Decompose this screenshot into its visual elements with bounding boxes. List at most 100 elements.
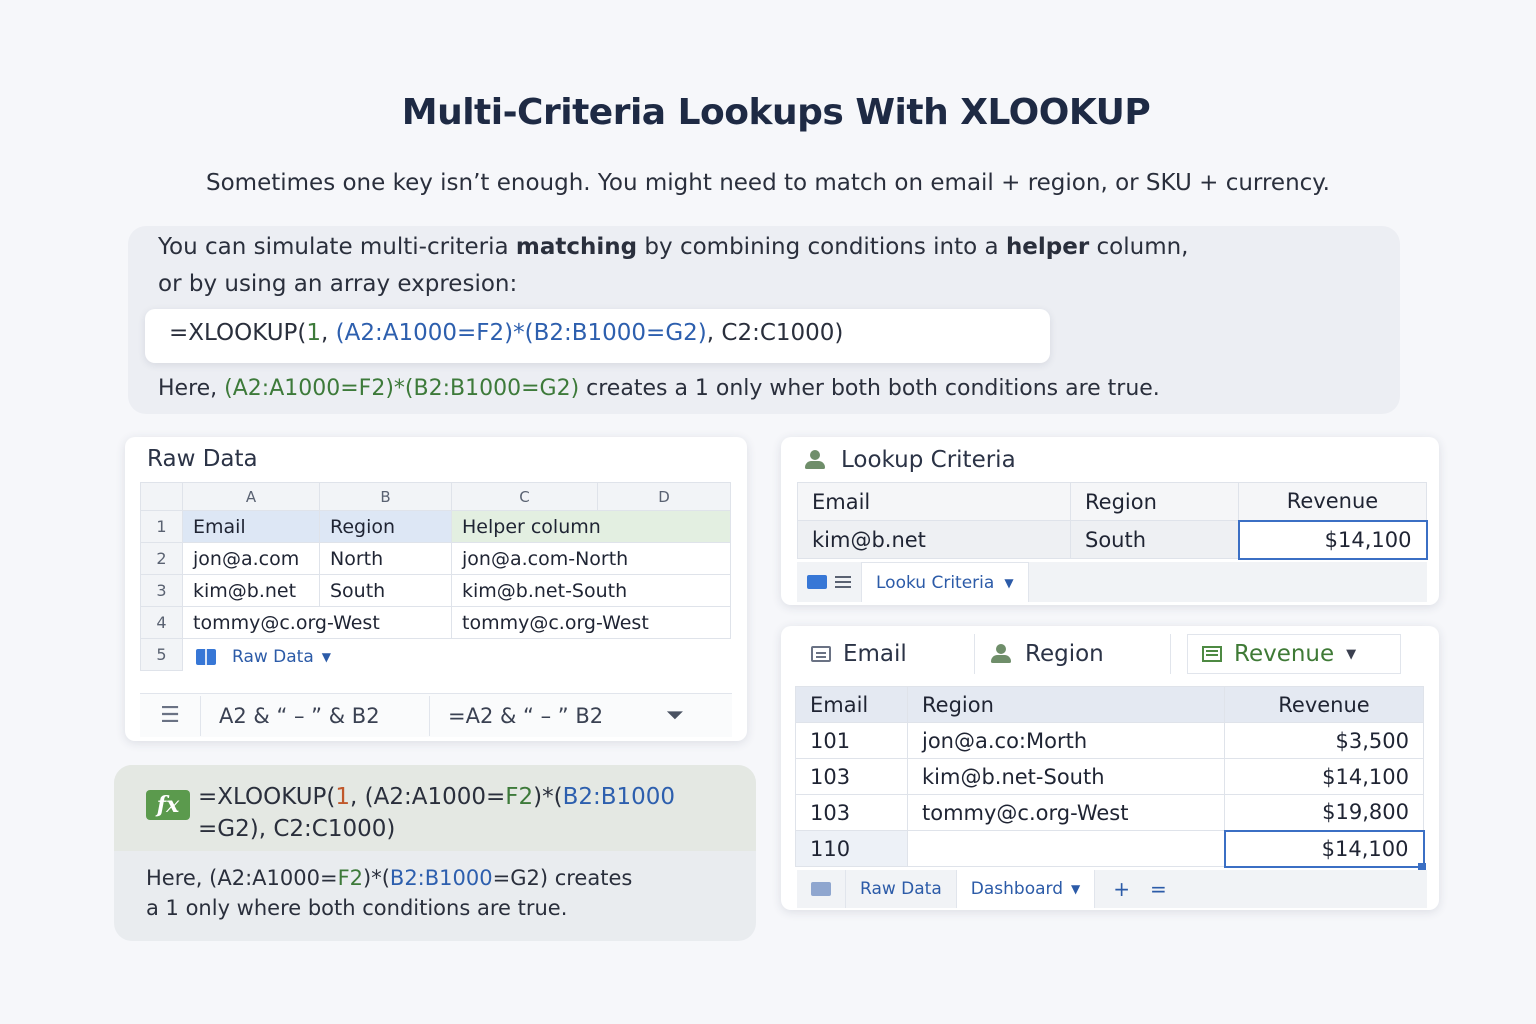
row-number[interactable]: 3 <box>140 574 183 607</box>
cell[interactable]: South <box>319 574 452 607</box>
cell[interactable]: 110 <box>795 830 908 867</box>
cell[interactable]: 103 <box>795 794 908 831</box>
field-label: Region <box>1025 641 1104 667</box>
column-header-d[interactable]: D <box>597 482 731 511</box>
criteria-header-region[interactable]: Region <box>1070 482 1239 521</box>
cell[interactable]: jon@a.com-North <box>451 542 731 575</box>
add-sheet-button[interactable]: + <box>1095 877 1140 901</box>
lookup-criteria-header: Lookup Criteria <box>803 447 1016 473</box>
sheet-grid-icon[interactable] <box>811 882 831 896</box>
sheet-tab-label: Raw Data <box>232 647 314 667</box>
fx-text: , (A2:A1000= <box>350 784 506 810</box>
dashboard-sheet-tabs: Raw Data Dashboard ▼ + = <box>797 870 1427 908</box>
formula-bar-left[interactable]: A2 & “ – ” & B2 <box>201 704 429 728</box>
column-header-b[interactable]: B <box>319 482 452 511</box>
cell[interactable]: 103 <box>795 758 908 795</box>
fx-formula-line-1: =XLOOKUP(1, (A2:A1000=F2)*(B2:B1000 <box>198 784 675 810</box>
chevron-down-icon[interactable]: ▼ <box>1346 647 1356 662</box>
explanation-condition: (A2:A1000=F2)*(B2:B1000=G2) <box>224 376 580 401</box>
sheet-tab-label: Dashboard <box>970 879 1063 899</box>
cell-header-region[interactable]: Region <box>319 510 452 543</box>
mail-icon <box>811 646 831 662</box>
selected-cell[interactable]: $14,100 <box>1223 829 1425 868</box>
explanation-line-3: Here, (A2:A1000=F2)*(B2:B1000=G2) create… <box>158 376 1160 401</box>
cell[interactable]: North <box>319 542 452 575</box>
criteria-header-revenue[interactable]: Revenue <box>1238 482 1427 521</box>
cell[interactable]: kim@b.net-South <box>451 574 731 607</box>
formula-condition: (A2:A1000=F2)*(B2:B1000=G2) <box>335 320 707 346</box>
row-number[interactable]: 4 <box>140 606 183 639</box>
explanation-text: column, <box>1089 234 1189 260</box>
cell[interactable]: kim@b.net-South <box>907 758 1225 795</box>
sheet-icon <box>1202 646 1222 662</box>
cell[interactable]: tommy@c.org-West <box>907 794 1225 831</box>
formula-bar-right[interactable]: =A2 & “ – ” B2 <box>430 704 666 728</box>
fx-number: 1 <box>335 784 351 810</box>
explanation-line-2: or by using an array expresion: <box>158 271 518 297</box>
sheet-grid-icon[interactable] <box>807 575 827 589</box>
dashboard-header-email[interactable]: Email <box>795 686 908 723</box>
explanation-text: creates a 1 only wher both both conditio… <box>579 376 1160 401</box>
cell[interactable]: $19,800 <box>1224 794 1424 831</box>
criteria-region-input[interactable]: South <box>1070 520 1239 559</box>
filter-icon[interactable]: ⏷ <box>666 703 684 728</box>
grid-corner[interactable] <box>140 482 183 511</box>
criteria-header-email[interactable]: Email <box>797 482 1071 521</box>
cell[interactable]: tommy@c.org-West <box>451 606 731 639</box>
dashboard-header-revenue[interactable]: Revenue <box>1224 686 1424 723</box>
dashboard-header-region[interactable]: Region <box>907 686 1225 723</box>
person-icon <box>803 450 827 470</box>
sheet-tab-label: Looku Criteria <box>876 572 995 593</box>
fx-note-line-1: Here, (A2:A1000=F2)*(B2:B1000=G2) create… <box>146 866 632 890</box>
formula-function: =XLOOKUP( <box>169 320 307 346</box>
cell[interactable]: 101 <box>795 722 908 759</box>
fx-note-ref: B2:B1000 <box>389 866 493 890</box>
chevron-down-icon[interactable]: ▼ <box>1004 576 1013 590</box>
explanation-text: by combining conditions into a <box>637 234 1006 260</box>
sheet-tab-raw-data[interactable]: Raw Data ▼ <box>196 647 331 667</box>
sheet-list-controls[interactable] <box>797 575 861 589</box>
sheet-tab-dashboard[interactable]: Dashboard ▼ <box>956 870 1096 908</box>
cell[interactable]: $14,100 <box>1224 758 1424 795</box>
fx-ref: F2 <box>505 784 534 810</box>
criteria-revenue-result[interactable]: $14,100 <box>1237 519 1428 560</box>
row-number[interactable]: 5 <box>140 638 183 671</box>
cell[interactable]: tommy@c.org-West <box>182 606 452 639</box>
sheet-menu-button[interactable]: = <box>1140 877 1177 901</box>
cell-header-helper[interactable]: Helper column <box>451 510 731 543</box>
person-icon <box>989 644 1013 664</box>
field-label: Email <box>843 641 907 667</box>
field-email[interactable]: Email <box>797 634 975 674</box>
explanation-bold: matching <box>515 234 638 260</box>
sheet-list-icon[interactable] <box>835 576 851 588</box>
chevron-down-icon[interactable]: ▼ <box>1071 882 1080 896</box>
column-header-c[interactable]: C <box>451 482 598 511</box>
formula-bar: ☰ A2 & “ – ” & B2 =A2 & “ – ” B2 ⏷ <box>140 693 732 737</box>
criteria-email-input[interactable]: kim@b.net <box>797 520 1071 559</box>
row-number[interactable]: 2 <box>140 542 183 575</box>
fx-text: =XLOOKUP( <box>198 784 336 810</box>
cell-header-email[interactable]: Email <box>182 510 320 543</box>
page-title: Multi-Criteria Lookups With XLOOKUP <box>401 92 1151 133</box>
field-revenue[interactable]: Revenue ▼ <box>1187 634 1401 674</box>
column-header-a[interactable]: A <box>182 482 320 511</box>
cell[interactable]: jon@a.co:Morth <box>907 722 1225 759</box>
sheet-nav[interactable] <box>797 870 846 908</box>
cell[interactable]: kim@b.net <box>182 574 320 607</box>
row-number[interactable]: 1 <box>140 510 183 543</box>
cell[interactable]: $3,500 <box>1224 722 1424 759</box>
field-region[interactable]: Region <box>975 634 1171 674</box>
fx-note-text: =G2) creates <box>492 866 633 890</box>
sheet-tab-raw-data[interactable]: Raw Data <box>846 870 957 908</box>
raw-data-grid: A B C D 1 Email Region Helper column 2 j… <box>140 482 731 671</box>
dashboard-table: Email Region Revenue 101 jon@a.co:Morth … <box>795 686 1425 868</box>
sheet-tab-lookup-criteria[interactable]: Looku Criteria ▼ <box>861 562 1029 602</box>
cell[interactable] <box>907 830 1225 867</box>
chevron-down-icon[interactable]: ▼ <box>322 650 331 664</box>
menu-lines-icon[interactable]: ☰ <box>140 703 200 728</box>
cell[interactable]: jon@a.com <box>182 542 320 575</box>
formula-example: =XLOOKUP(1, (A2:A1000=F2)*(B2:B1000=G2),… <box>145 309 1050 363</box>
formula-number: 1 <box>306 320 322 346</box>
formula-separator: , <box>321 320 336 346</box>
fx-text: )*( <box>533 784 563 810</box>
